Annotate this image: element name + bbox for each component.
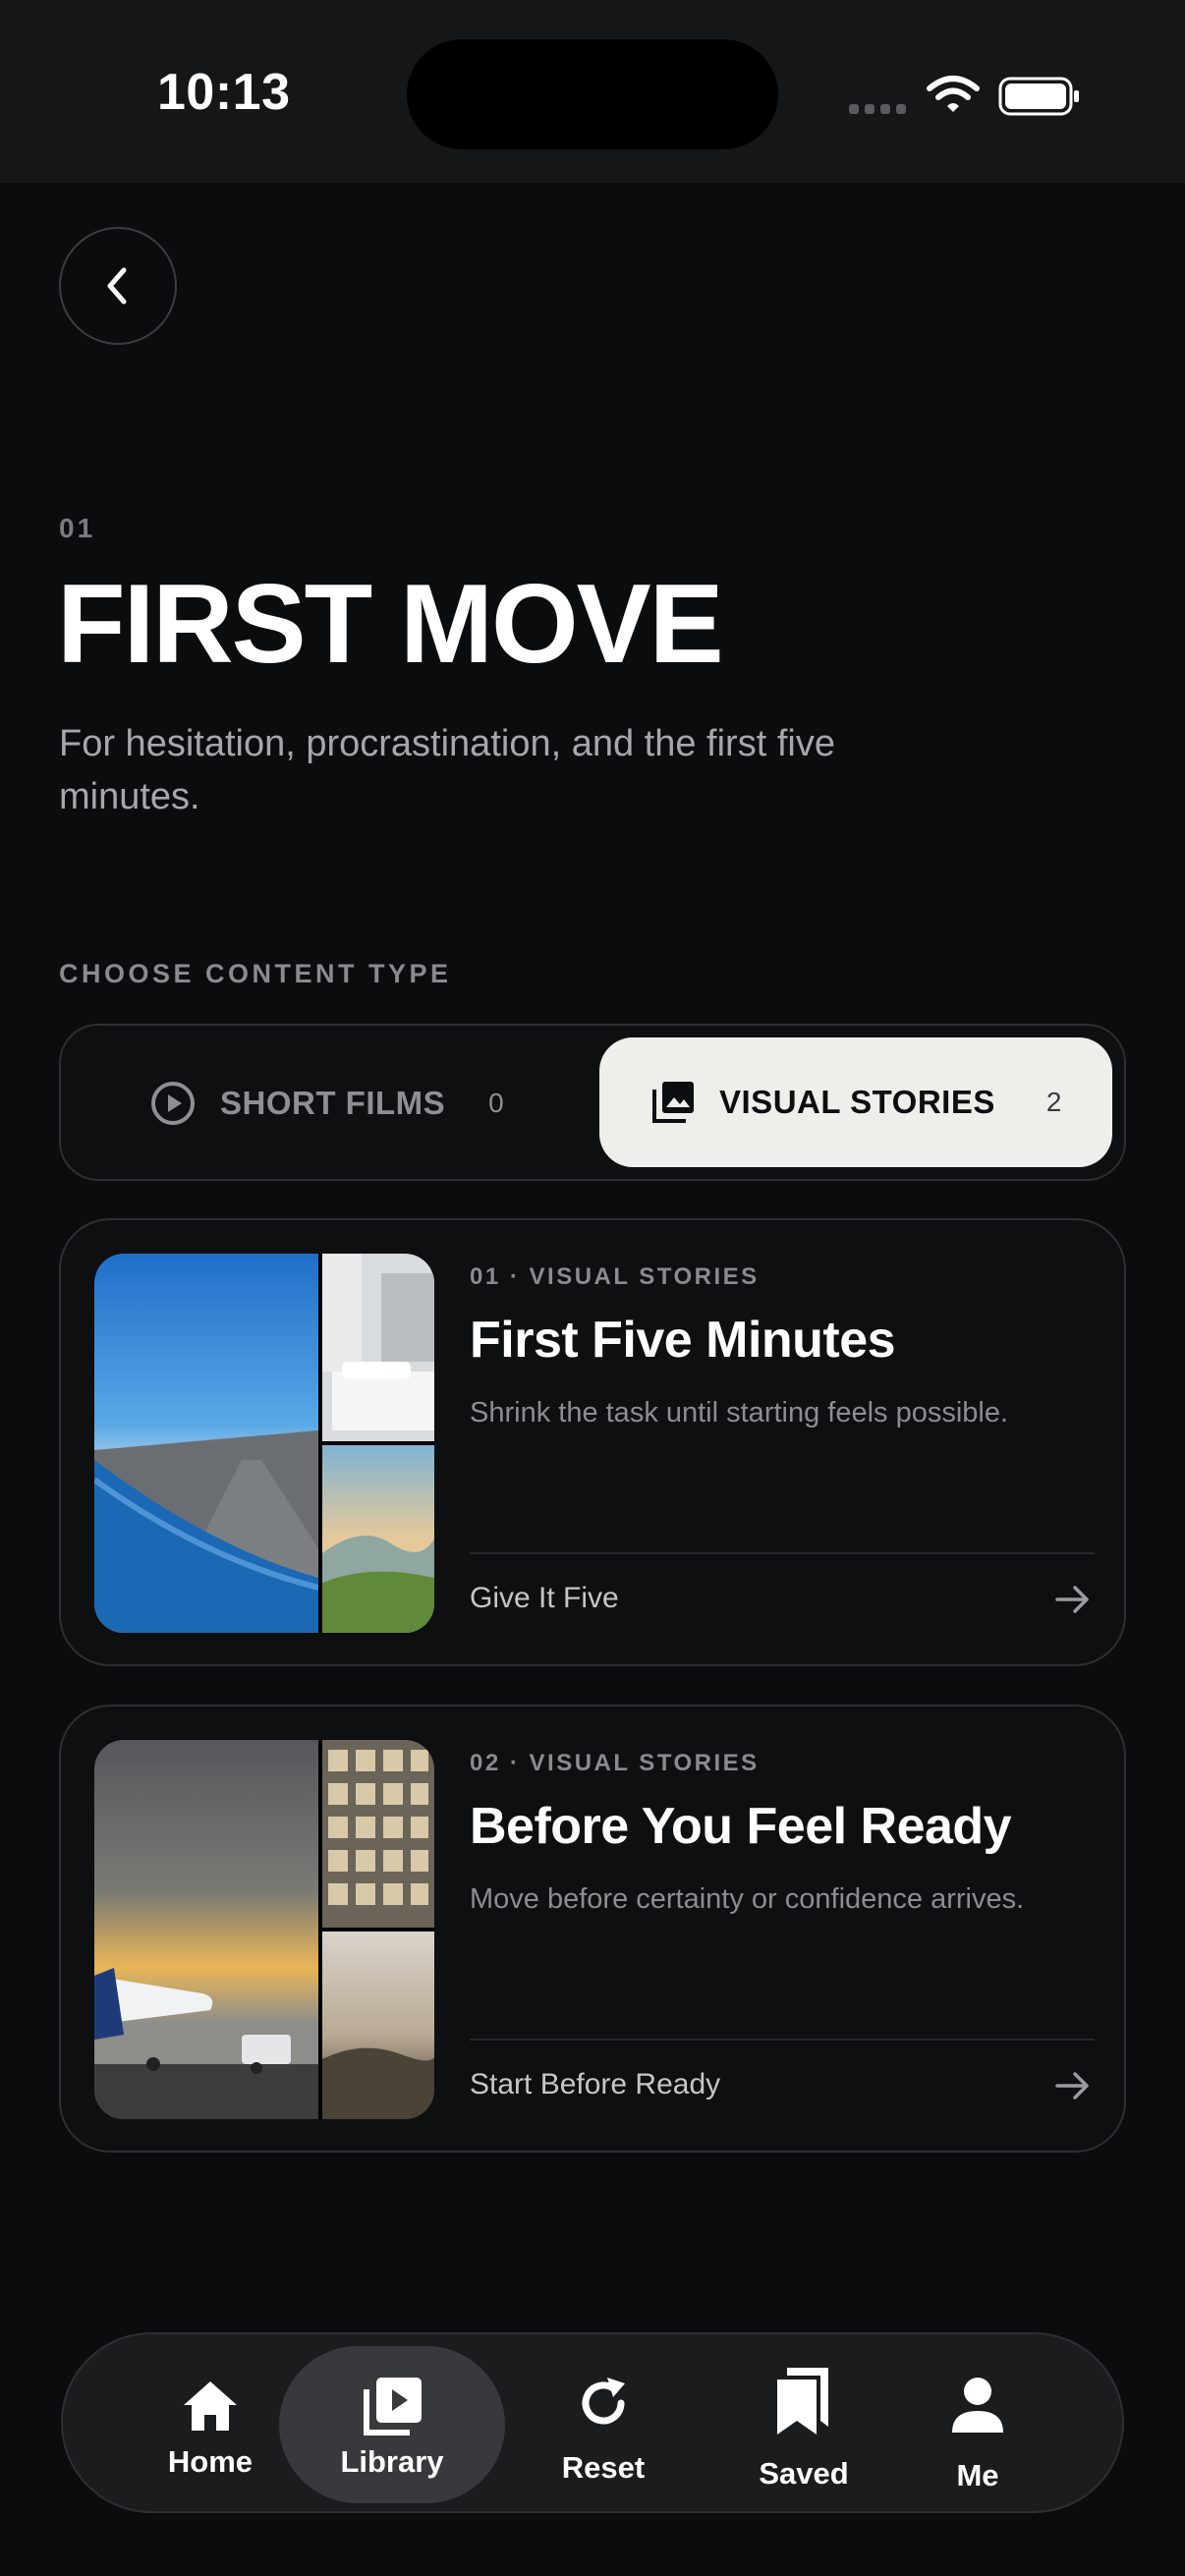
dynamic-island <box>407 39 778 149</box>
chevron-left-icon <box>107 267 127 305</box>
person-icon <box>952 2378 1003 2433</box>
tab-library-label: Library <box>340 2444 444 2479</box>
story-description: Move before certainty or confidence arri… <box>470 1883 1025 1915</box>
wifi-icon <box>927 76 980 112</box>
story-description: Shrink the task until starting feels pos… <box>470 1397 1009 1428</box>
story-thumbnail <box>94 1254 434 1633</box>
tab-visual-stories-count: 2 <box>1045 1087 1062 1117</box>
card-divider <box>470 1552 1095 1554</box>
back-button[interactable] <box>59 227 177 345</box>
story-title: First Five Minutes <box>470 1312 896 1369</box>
tab-short-films[interactable]: SHORT FILMS 0 <box>149 1073 504 1134</box>
foggy-sunrise-image <box>322 1932 434 2119</box>
tab-me[interactable]: Me <box>914 2376 1042 2493</box>
arrow-right-icon[interactable] <box>1053 2066 1093 2105</box>
refresh-icon <box>582 2378 625 2425</box>
play-circle-icon <box>151 1082 195 1125</box>
page-title: FIRST MOVE <box>57 562 724 687</box>
hotel-room-image <box>322 1254 434 1441</box>
page-subtitle: For hesitation, procrastination, and the… <box>59 723 835 817</box>
misty-hills-image <box>322 1445 434 1633</box>
tab-me-label: Me <box>956 2458 999 2492</box>
building-facade-image <box>322 1740 434 1928</box>
content-type-label: CHOOSE CONTENT TYPE <box>59 959 452 988</box>
status-time: 10:13 <box>157 64 291 121</box>
story-kicker: 02 · VISUAL STORIES <box>470 1750 760 1776</box>
story-action-label[interactable]: Give It Five <box>470 1582 619 1615</box>
tab-short-films-count: 0 <box>488 1088 504 1118</box>
tab-library[interactable]: Library <box>279 2346 505 2503</box>
story-thumbnail <box>94 1740 434 2119</box>
story-card[interactable]: 01 · VISUAL STORIES First Five Minutes S… <box>59 1218 1126 1666</box>
bookmark-icon <box>777 2368 828 2435</box>
story-kicker: 01 · VISUAL STORIES <box>470 1263 760 1290</box>
content-type-switcher: SHORT FILMS 0 VISUAL STORIES 2 <box>59 1024 1126 1181</box>
library-screen: 10:13 01 FIRST MOVE For hesitation, proc… <box>0 0 1185 2576</box>
home-icon <box>184 2381 237 2431</box>
tab-home[interactable]: Home <box>141 2378 279 2480</box>
tab-short-films-label: SHORT FILMS <box>220 1085 446 1121</box>
cellular-signal-icon <box>849 104 906 114</box>
battery-icon <box>998 77 1079 116</box>
tab-reset[interactable]: Reset <box>535 2374 672 2486</box>
tab-visual-stories-label: VISUAL STORIES <box>719 1084 995 1120</box>
section-number: 01 <box>59 513 96 543</box>
status-bar: 10:13 <box>0 0 1185 183</box>
tab-home-label: Home <box>167 2444 254 2479</box>
story-title: Before You Feel Ready <box>470 1798 1012 1855</box>
tab-reset-label: Reset <box>561 2450 646 2485</box>
arrow-right-icon[interactable] <box>1053 1580 1093 1619</box>
tab-visual-stories[interactable]: VISUAL STORIES 2 <box>599 1037 1112 1167</box>
story-action-label[interactable]: Start Before Ready <box>470 2068 720 2101</box>
gallery-icon <box>652 1082 694 1123</box>
library-icon <box>364 2378 422 2436</box>
airplane-wing-image <box>94 1254 318 1633</box>
airplane-tarmac-image <box>94 1740 318 2119</box>
tab-saved[interactable]: Saved <box>735 2366 873 2492</box>
card-divider <box>470 2039 1095 2041</box>
tab-saved-label: Saved <box>759 2456 849 2491</box>
story-card[interactable]: 02 · VISUAL STORIES Before You Feel Read… <box>59 1705 1126 2153</box>
bottom-tab-bar: Home Library Reset Saved Me <box>61 2332 1124 2513</box>
